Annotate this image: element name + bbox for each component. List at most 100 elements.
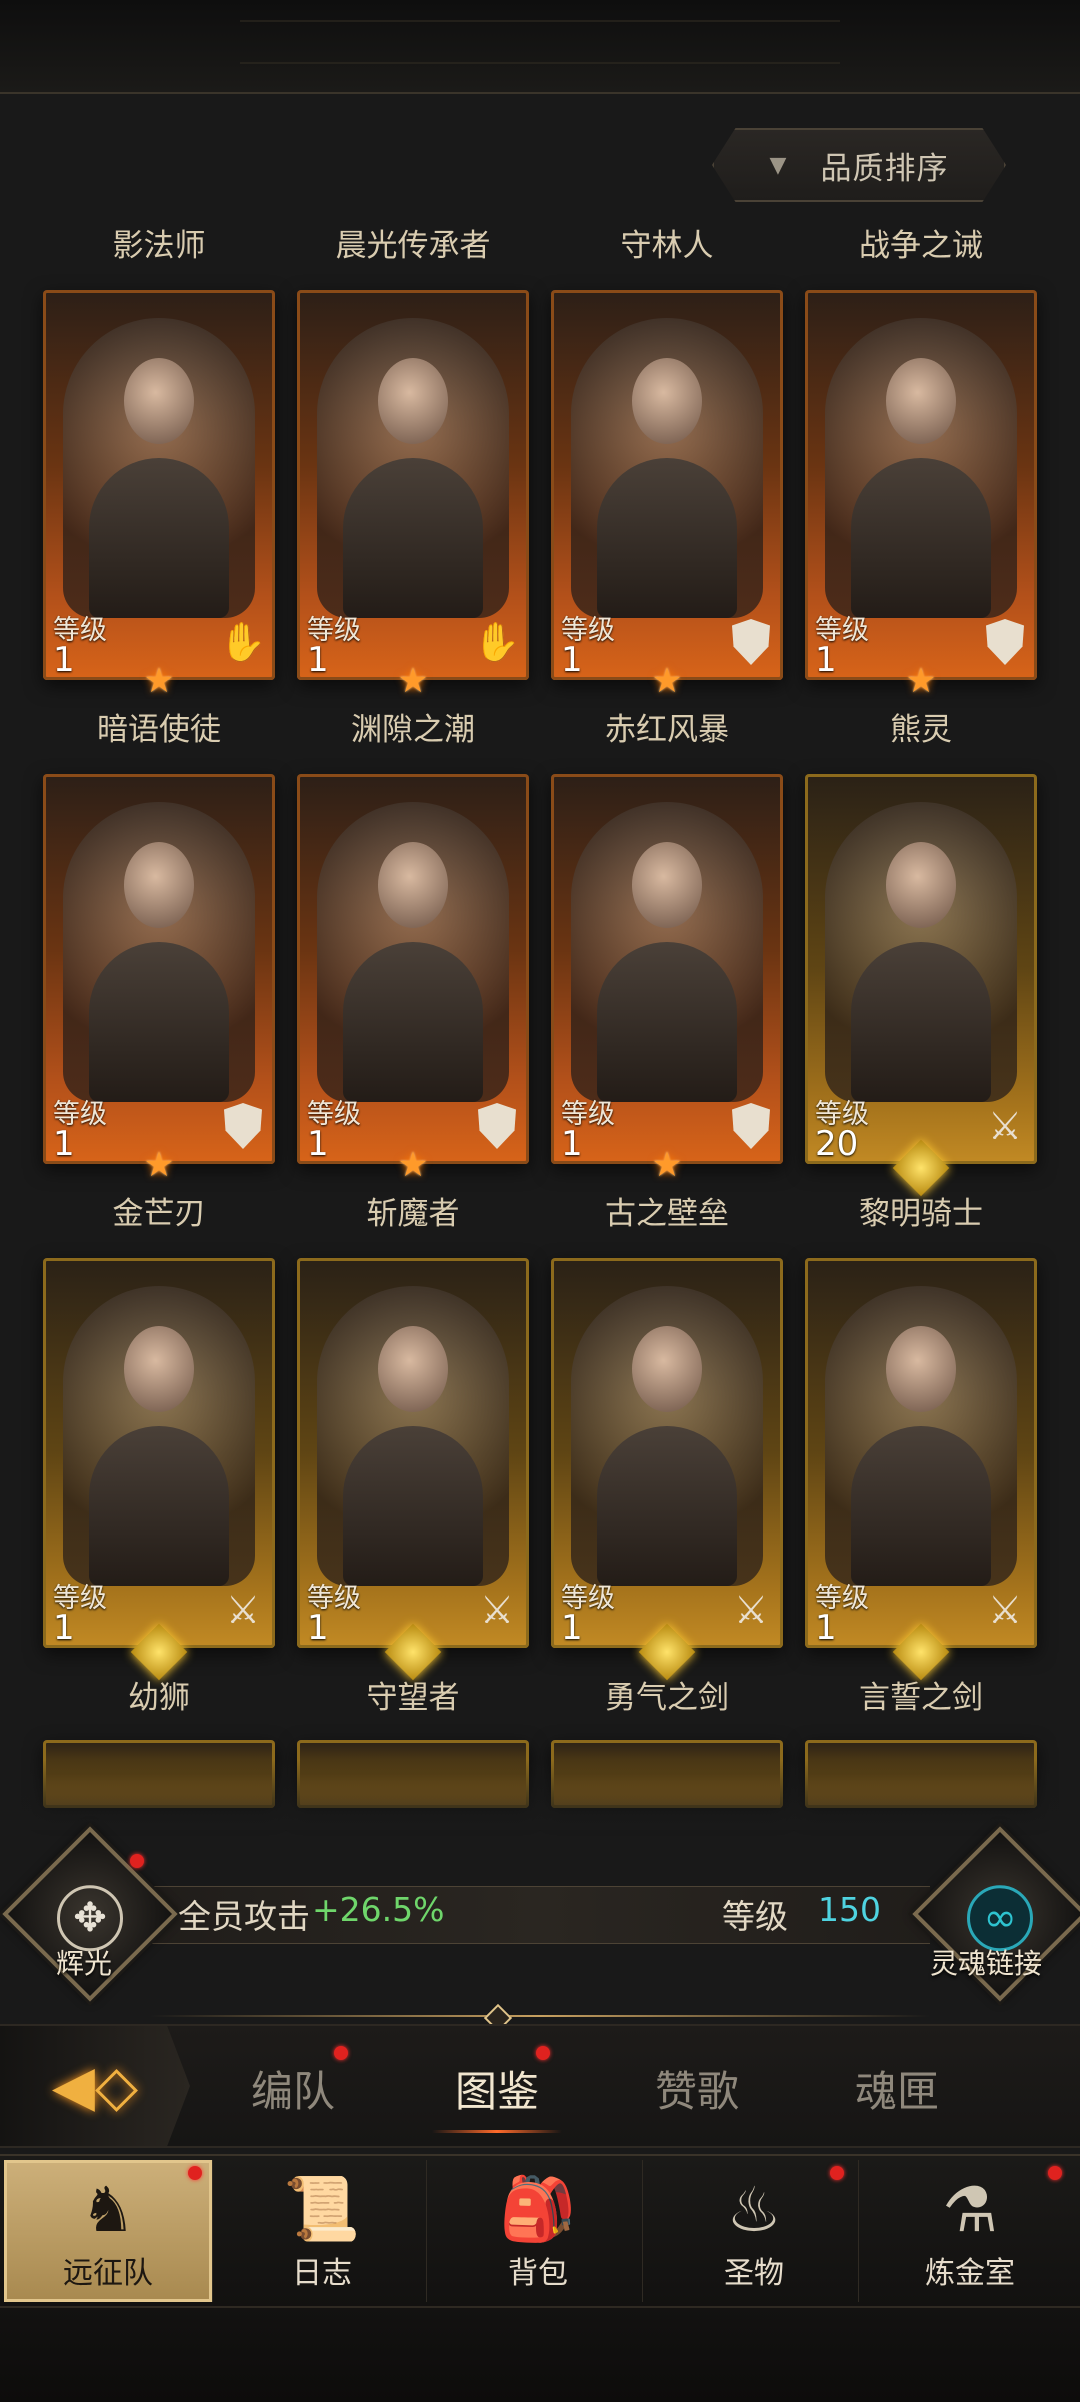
backpack-icon: 🎒 xyxy=(499,2172,577,2245)
back-button[interactable]: ◀◇ xyxy=(0,2026,190,2146)
section-divider xyxy=(0,2003,1080,2033)
hero-level: 1 xyxy=(307,1124,329,1164)
nav-label: 炼金室 xyxy=(925,2256,1015,2291)
rarity-star-icon: ★ xyxy=(905,661,937,701)
rarity-star-icon: ★ xyxy=(143,661,175,701)
nav-expedition[interactable]: ♞ 远征队 xyxy=(4,2160,213,2302)
hero-name: 斩魔者 xyxy=(366,1196,460,1232)
nav-journal[interactable]: 📜 日志 xyxy=(218,2160,427,2302)
nav-label: 背包 xyxy=(508,2256,568,2291)
notification-dot xyxy=(334,2046,348,2060)
team-level-label: 等级 xyxy=(722,1897,788,1936)
hero-portrait xyxy=(317,1286,509,1586)
hero-card[interactable]: 等级 1 ⚔ xyxy=(297,1258,529,1648)
hero-name: 古之壁垒 xyxy=(605,1196,729,1232)
hero-card[interactable]: 等级 1 ⚔ xyxy=(805,1258,1037,1648)
hero-name: 影法师 xyxy=(112,228,206,264)
sword-icon: ⚔ xyxy=(225,1588,261,1632)
hero-card[interactable]: 等级 20 ⚔ xyxy=(805,774,1037,1164)
hero-card[interactable]: 等级 1 xyxy=(297,774,529,1164)
hero-name: 守望者 xyxy=(366,1680,460,1716)
nav-backpack[interactable]: 🎒 背包 xyxy=(434,2160,643,2302)
nav-alchemy[interactable]: ⚗ 炼金室 xyxy=(866,2160,1074,2302)
notification-dot xyxy=(130,1854,144,1868)
hero-level: 1 xyxy=(561,1608,583,1648)
tab-formation[interactable]: 编队 xyxy=(218,2058,368,2119)
hero-level: 1 xyxy=(561,640,583,680)
rarity-star-icon: ★ xyxy=(651,661,683,701)
hero-level: 1 xyxy=(561,1124,583,1164)
hero-name: 赤红风暴 xyxy=(605,712,729,748)
horned-helmet-icon: ♞ xyxy=(80,2173,136,2246)
hero-name: 守林人 xyxy=(620,228,714,264)
nav-label: 远征队 xyxy=(63,2256,153,2291)
notification-dot xyxy=(830,2166,844,2180)
hero-card[interactable]: 等级 1 xyxy=(551,290,783,680)
hero-portrait xyxy=(571,1286,763,1586)
hero-card[interactable]: 等级 1 ⚔ xyxy=(43,1258,275,1648)
top-ornament xyxy=(240,20,840,64)
hero-portrait xyxy=(571,318,763,618)
tab-codex[interactable]: 图鉴 xyxy=(422,2058,572,2119)
arrow-left-icon: ◀◇ xyxy=(51,2053,139,2119)
active-tab-indicator xyxy=(432,2130,562,2133)
hero-level: 1 xyxy=(815,640,837,680)
brazier-icon: ♨ xyxy=(726,2173,782,2246)
hero-card[interactable]: 等级 1 ✋ xyxy=(43,290,275,680)
hero-level: 1 xyxy=(307,640,329,680)
rarity-star-icon: ★ xyxy=(397,1145,429,1185)
nav-label: 日志 xyxy=(292,2256,352,2291)
radiance-label: 辉光 xyxy=(56,1947,113,1980)
hero-name: 战争之诫 xyxy=(859,228,983,264)
rarity-star-icon: ★ xyxy=(143,1145,175,1185)
notification-dot xyxy=(536,2046,550,2060)
alchemy-icon: ⚗ xyxy=(942,2173,998,2246)
sword-icon: ⚔ xyxy=(733,1588,769,1632)
hero-level: 1 xyxy=(53,640,75,680)
hand-icon: ✋ xyxy=(473,619,521,664)
hero-card[interactable]: 等级 1 ⚔ xyxy=(551,1258,783,1648)
hero-portrait xyxy=(317,802,509,1102)
stats-bar: ✥ 辉光 全员攻击 +26.5% 等级 150 ∞ 灵魂链接 xyxy=(0,1826,1080,2002)
shield-icon xyxy=(729,616,773,668)
tab-soul-box[interactable]: 魂匣 xyxy=(822,2058,972,2119)
sword-icon: ⚔ xyxy=(987,1104,1023,1148)
nav-label: 圣物 xyxy=(724,2256,784,2291)
hero-name: 幼狮 xyxy=(128,1680,190,1716)
shield-icon xyxy=(729,1100,773,1152)
hero-card[interactable]: 等级 1 xyxy=(43,774,275,1164)
hero-portrait xyxy=(825,1286,1017,1586)
hero-portrait xyxy=(317,318,509,618)
hero-grid: 影法师 晨光传承者 守林人 战争之诫 等级 1 ✋ 等级 1 ✋ 等级 1 等级… xyxy=(0,210,1080,1810)
hero-card[interactable]: 等级 1 xyxy=(551,774,783,1164)
shield-icon xyxy=(475,1100,519,1152)
soul-link-label: 灵魂链接 xyxy=(930,1947,1043,1980)
hero-name: 暗语使徒 xyxy=(97,712,221,748)
dropdown-triangle-icon: ▼ xyxy=(769,152,787,178)
hero-portrait xyxy=(63,1286,255,1586)
hero-portrait xyxy=(825,318,1017,618)
hero-level: 1 xyxy=(307,1608,329,1648)
sort-label: 品质排序 xyxy=(820,150,949,187)
footer-ornament xyxy=(0,2306,1080,2402)
sword-icon: ⚔ xyxy=(479,1588,515,1632)
hero-portrait xyxy=(825,802,1017,1102)
shield-icon xyxy=(983,616,1027,668)
hero-card[interactable]: 等级 1 xyxy=(805,290,1037,680)
hero-name: 勇气之剑 xyxy=(605,1680,729,1716)
hero-card[interactable]: 等级 1 ✋ xyxy=(297,290,529,680)
shield-icon xyxy=(221,1100,265,1152)
hero-name: 金芒刃 xyxy=(112,1196,206,1232)
sub-tab-bar: ◀◇ 编队 图鉴 赞歌 魂匣 xyxy=(0,2024,1080,2148)
attack-value: +26.5% xyxy=(312,1890,445,1929)
notification-dot xyxy=(188,2166,202,2180)
team-level-value: 150 xyxy=(818,1890,881,1929)
rarity-star-icon: ★ xyxy=(397,661,429,701)
tab-hymn[interactable]: 赞歌 xyxy=(622,2058,772,2119)
bottom-nav: ♞ 远征队 📜 日志 🎒 背包 ♨ 圣物 ⚗ 炼金室 xyxy=(0,2154,1080,2308)
hero-level: 20 xyxy=(815,1124,859,1164)
sort-button[interactable]: ▼ 品质排序 xyxy=(712,128,1006,202)
nav-relics[interactable]: ♨ 圣物 xyxy=(650,2160,859,2302)
scroll-fade xyxy=(0,1760,1080,1830)
rarity-star-icon: ★ xyxy=(651,1145,683,1185)
